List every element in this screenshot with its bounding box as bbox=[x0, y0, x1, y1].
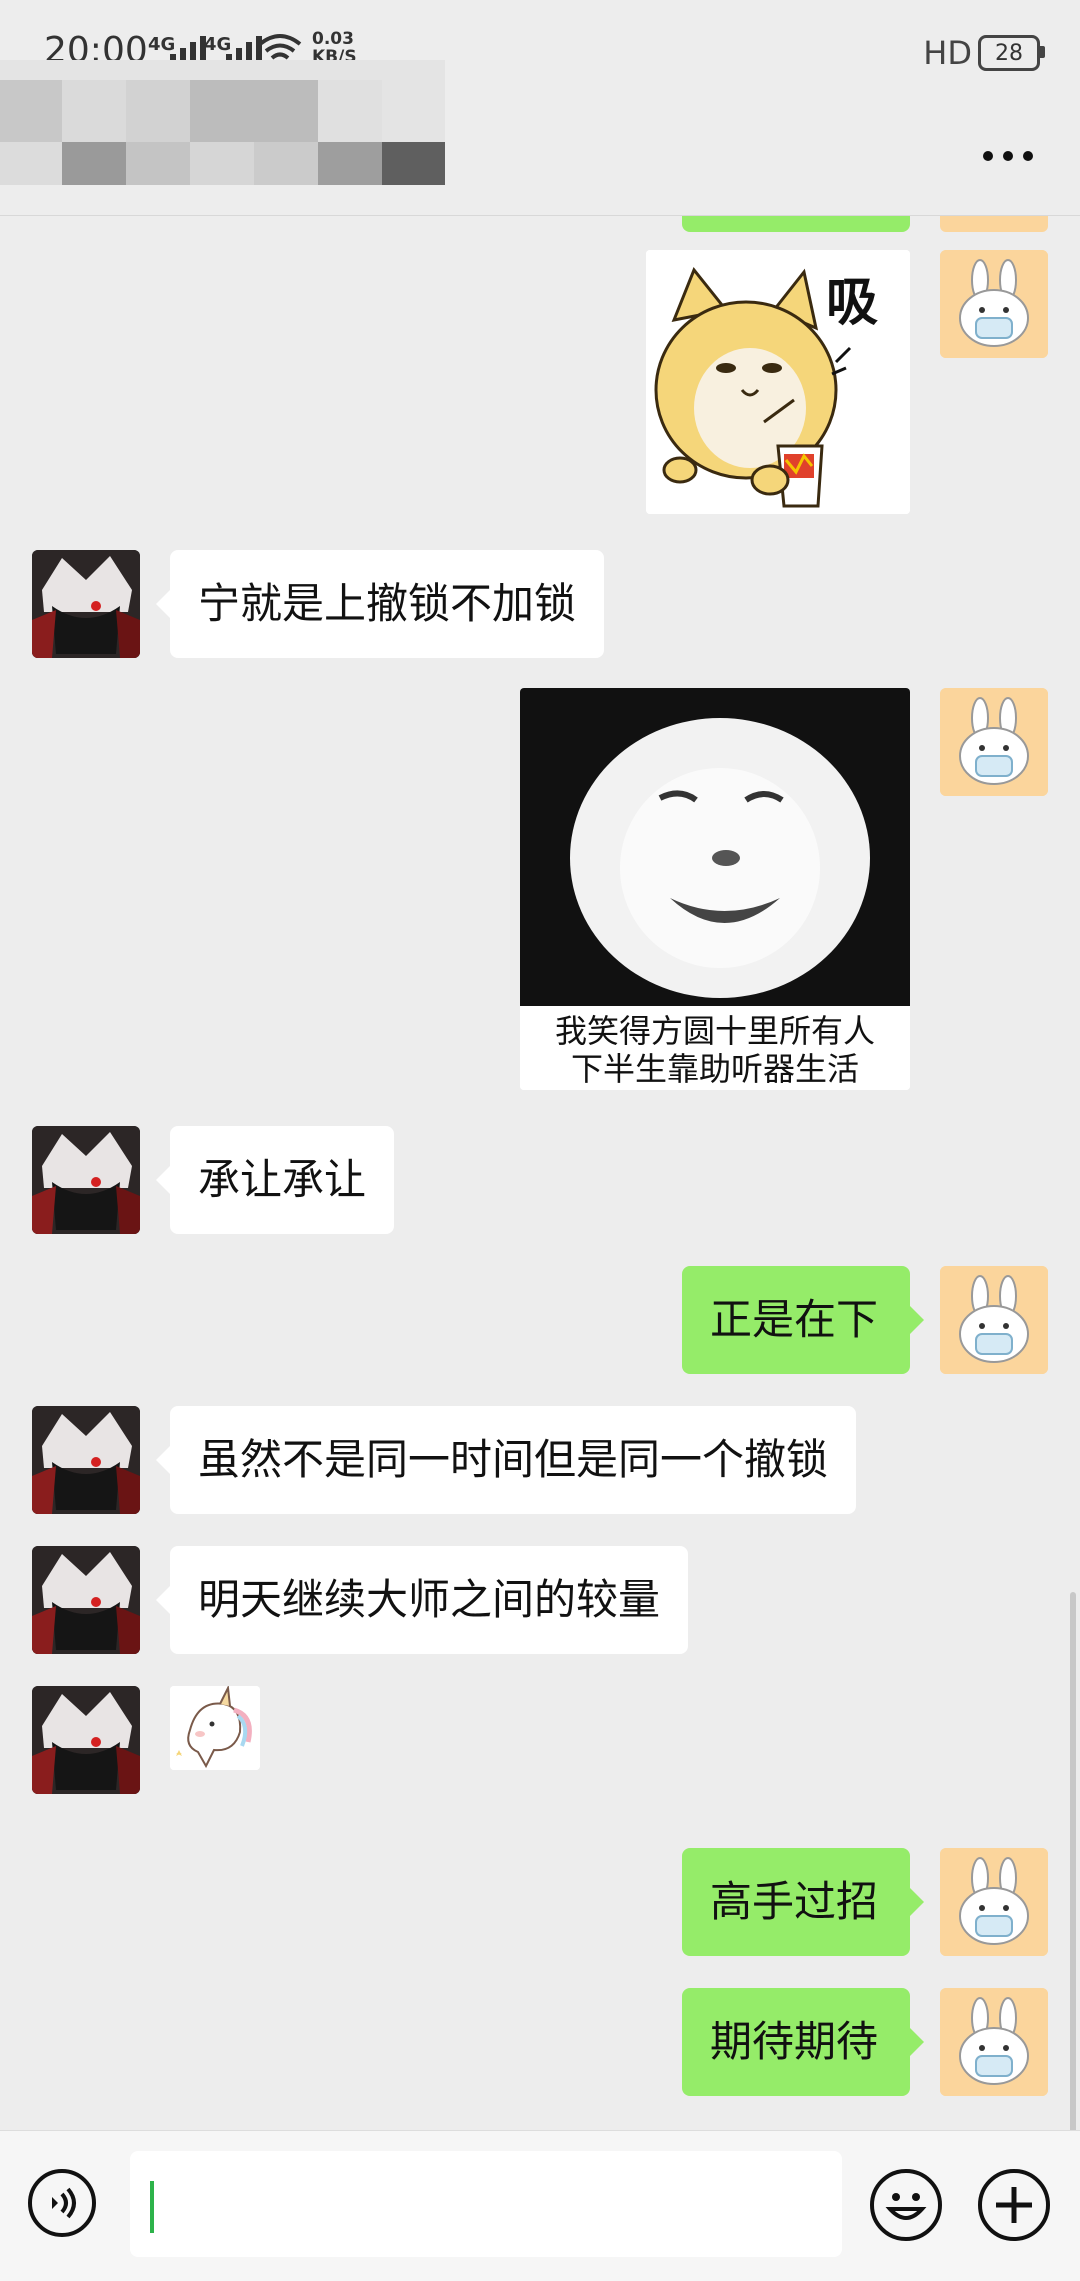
rabbit-avatar-icon bbox=[940, 1988, 1048, 2096]
text-caret bbox=[150, 2181, 154, 2233]
message-bubble-sent[interactable]: 期待期待 bbox=[682, 1988, 924, 2096]
my-avatar[interactable] bbox=[940, 688, 1048, 796]
message-input[interactable] bbox=[130, 2151, 842, 2257]
message-bubble-received[interactable]: 明天继续大师之间的较量 bbox=[155, 1546, 689, 1654]
contact-avatar[interactable] bbox=[32, 1406, 140, 1514]
my-avatar[interactable] bbox=[940, 250, 1048, 358]
plus-button[interactable] bbox=[978, 2169, 1050, 2241]
emoji-icon bbox=[885, 2193, 927, 2220]
chat-title-pixelated bbox=[0, 60, 445, 185]
panda-caption-line-2: 下半生靠助听器生活 bbox=[570, 1050, 859, 1088]
message-bubble-received[interactable]: 宁就是上撤锁不加锁 bbox=[155, 550, 605, 658]
contact-avatar[interactable] bbox=[32, 550, 140, 658]
voice-icon bbox=[52, 2187, 76, 2219]
plus-icon bbox=[996, 2187, 1032, 2223]
anime-avatar-icon bbox=[32, 550, 140, 658]
rabbit-avatar-icon bbox=[940, 1848, 1048, 1956]
message-list[interactable]: 吸 宁就是上撤锁不加锁 我笑得方圆十里所有人 下半生靠助听器生活 承让承让 正是… bbox=[0, 216, 1080, 2130]
scrollbar[interactable] bbox=[1070, 1592, 1076, 2130]
message-bubble-partial bbox=[682, 216, 910, 232]
anime-avatar-icon bbox=[32, 1686, 140, 1794]
contact-avatar[interactable] bbox=[32, 1126, 140, 1234]
my-avatar[interactable] bbox=[940, 1266, 1048, 1374]
message-bubble-sent[interactable]: 正是在下 bbox=[682, 1266, 924, 1374]
contact-avatar[interactable] bbox=[32, 1686, 140, 1794]
emoji-button[interactable] bbox=[870, 2169, 942, 2241]
anime-avatar-icon bbox=[32, 1126, 140, 1234]
more-dots-icon[interactable] bbox=[980, 148, 1036, 164]
battery-icon: 28 bbox=[978, 35, 1045, 71]
message-bubble-received[interactable]: 虽然不是同一时间但是同一个撤锁 bbox=[155, 1406, 857, 1514]
voice-button[interactable] bbox=[28, 2169, 96, 2237]
contact-avatar[interactable] bbox=[32, 1546, 140, 1654]
doge-sticker-text: 吸 bbox=[826, 273, 879, 333]
input-bar bbox=[0, 2130, 1080, 2281]
doge-sticker[interactable]: 吸 bbox=[646, 250, 910, 514]
chat-header bbox=[0, 60, 1080, 216]
rabbit-avatar-icon bbox=[940, 250, 1048, 358]
battery-level: 28 bbox=[995, 40, 1023, 66]
unicorn-sticker[interactable] bbox=[170, 1686, 260, 1770]
unicorn-sticker-art bbox=[170, 1686, 260, 1770]
my-avatar[interactable] bbox=[940, 1848, 1048, 1956]
avatar-partial bbox=[940, 216, 1048, 232]
panda-sticker[interactable]: 我笑得方圆十里所有人 下半生靠助听器生活 bbox=[520, 688, 910, 1090]
rabbit-avatar-icon bbox=[940, 1266, 1048, 1374]
speed-value: 0.03 bbox=[312, 29, 354, 49]
message-bubble-sent[interactable]: 高手过招 bbox=[682, 1848, 924, 1956]
panda-caption-line-1: 我笑得方圆十里所有人 bbox=[554, 1012, 875, 1050]
panda-sticker-caption: 我笑得方圆十里所有人 下半生靠助听器生活 bbox=[520, 1006, 910, 1090]
rabbit-avatar-icon bbox=[940, 688, 1048, 796]
status-right: HD 28 bbox=[923, 34, 1045, 72]
message-bubble-received[interactable]: 承让承让 bbox=[155, 1126, 395, 1234]
anime-avatar-icon bbox=[32, 1406, 140, 1514]
my-avatar[interactable] bbox=[940, 1988, 1048, 2096]
hd-indicator: HD bbox=[923, 34, 972, 72]
anime-avatar-icon bbox=[32, 1546, 140, 1654]
